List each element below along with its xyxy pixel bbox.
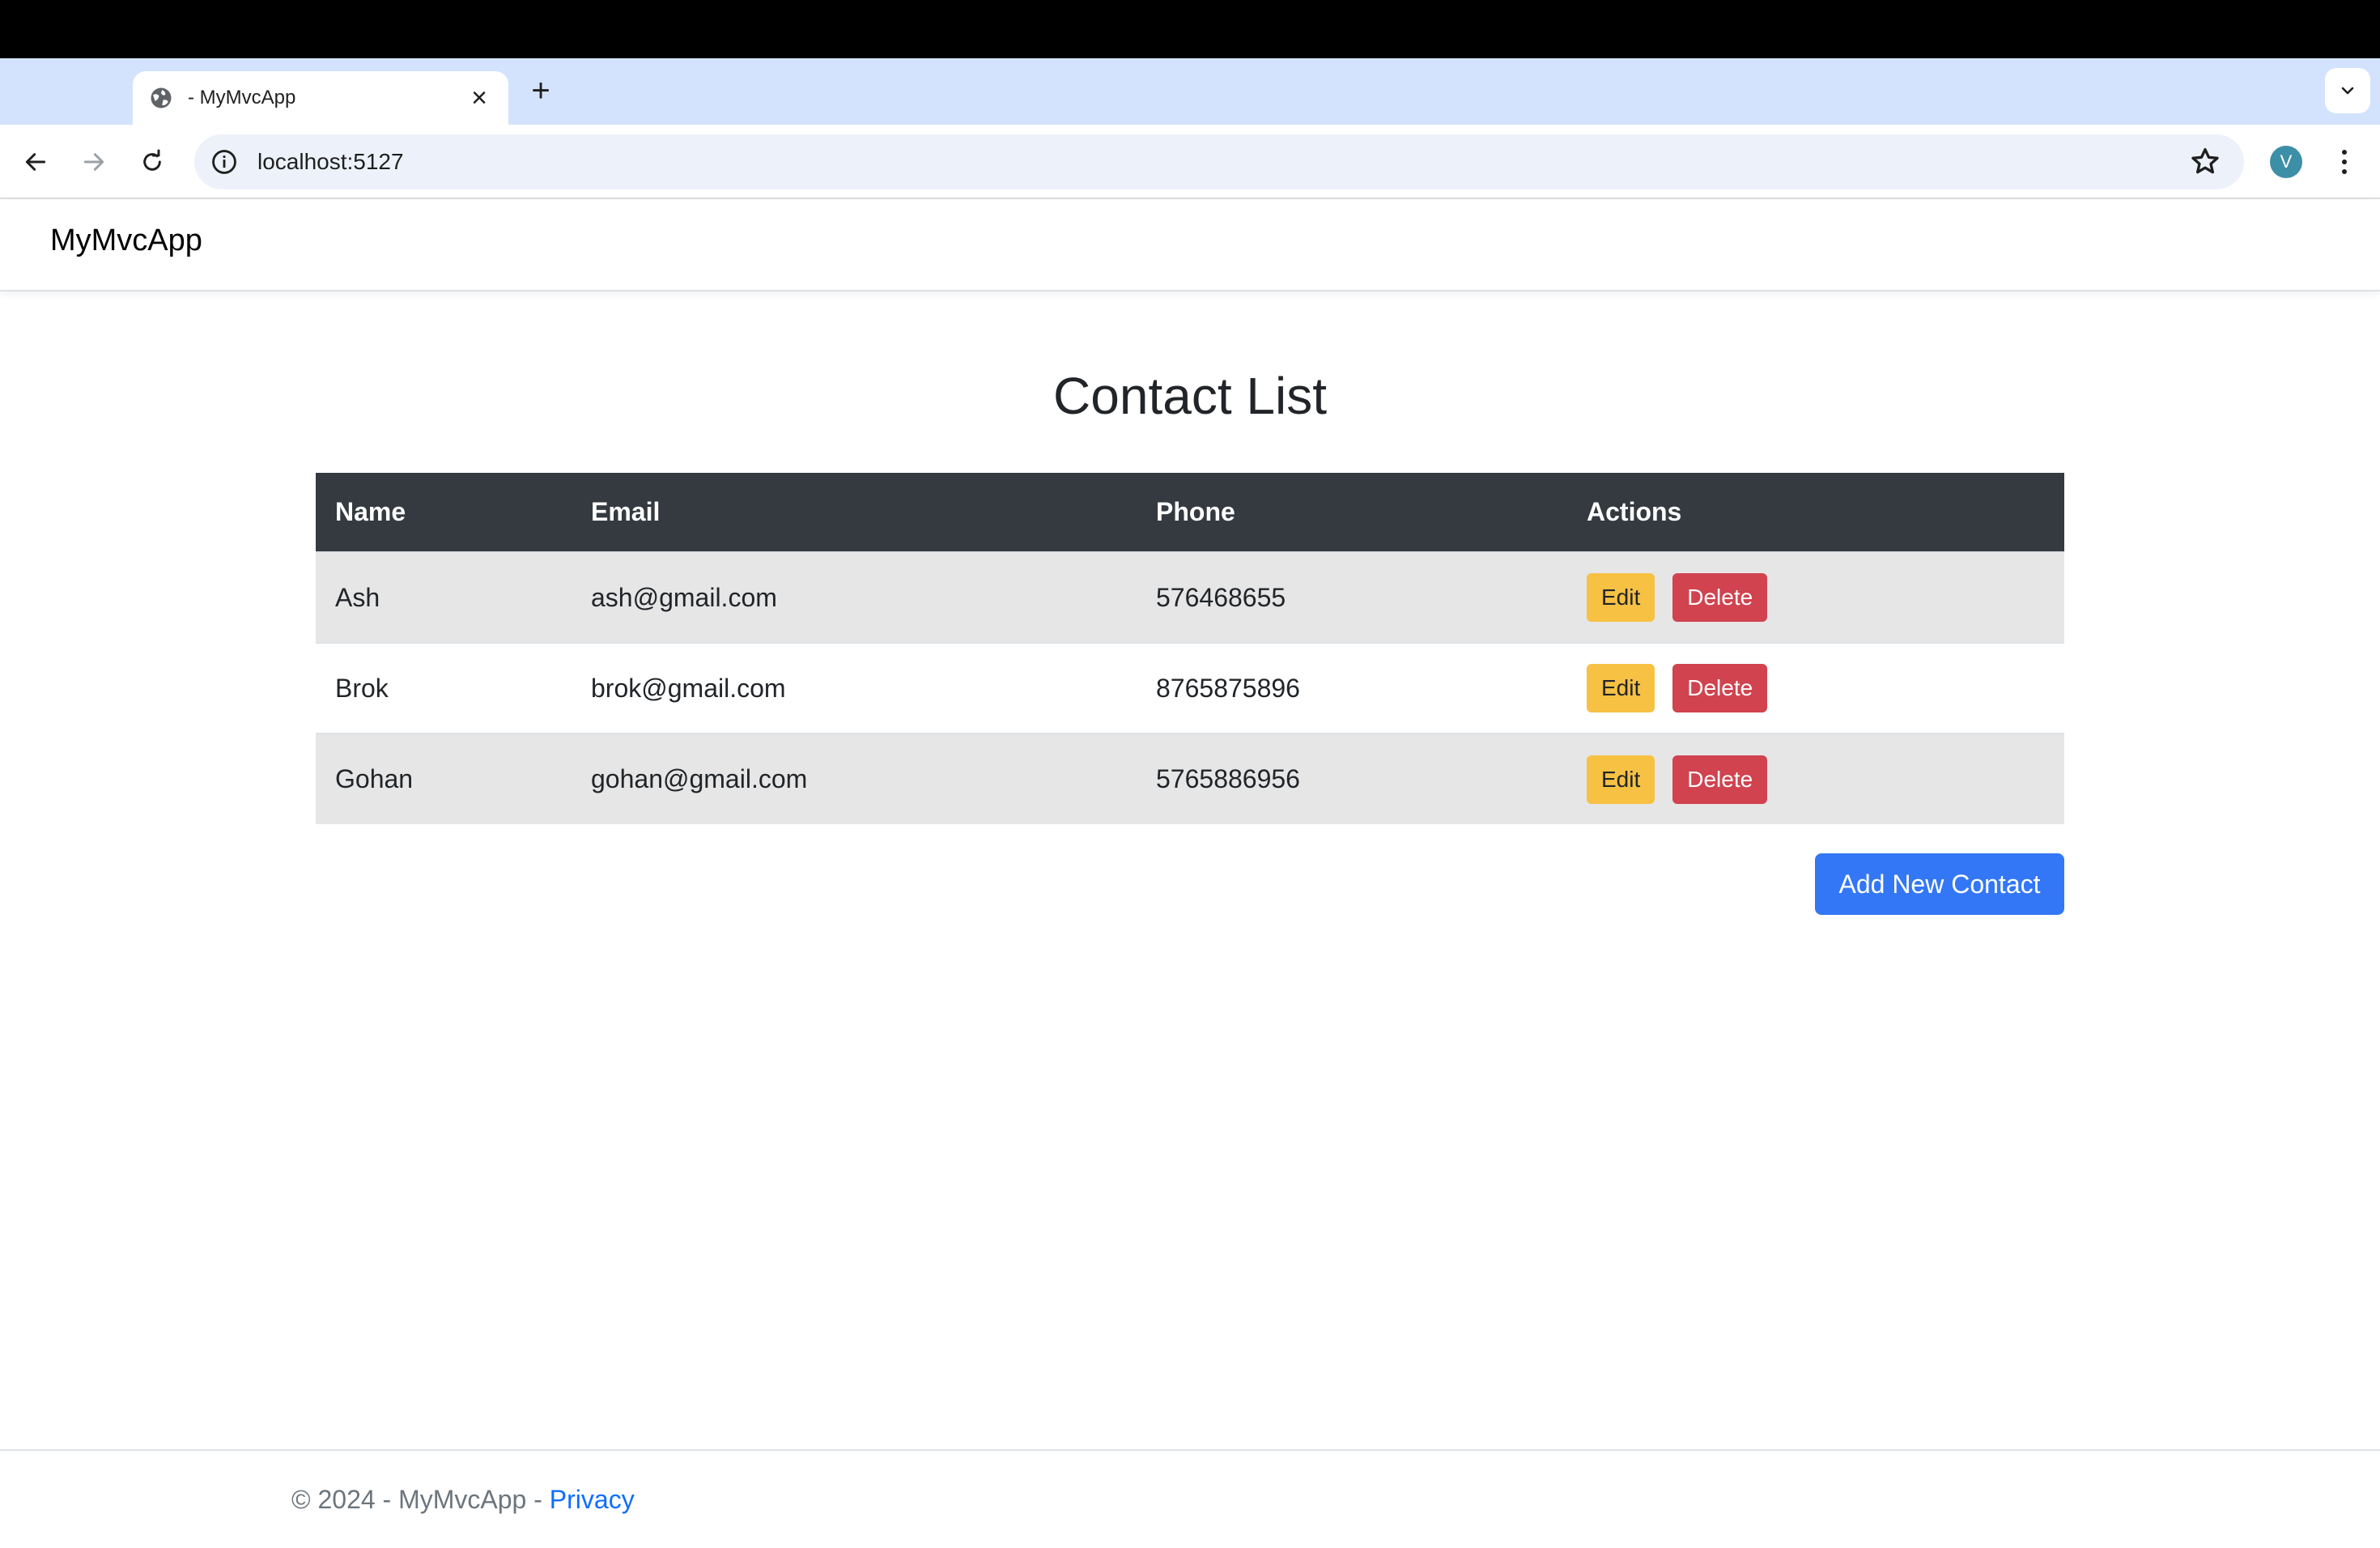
- column-header-actions: Actions: [1567, 473, 2064, 552]
- contacts-table: Name Email Phone Actions Ash ash@gmail.c…: [316, 473, 2064, 824]
- info-icon[interactable]: [210, 148, 238, 176]
- row-actions: Edit Delete: [1567, 733, 2064, 824]
- table-row: Ash ash@gmail.com 576468655 Edit Delete: [316, 551, 2064, 643]
- forward-button[interactable]: [74, 142, 113, 181]
- page-title: Contact List: [1053, 367, 1327, 425]
- delete-button[interactable]: Delete: [1672, 664, 1768, 712]
- edit-button[interactable]: Edit: [1587, 664, 1655, 712]
- browser-menu-button[interactable]: [2328, 142, 2361, 181]
- chevron-down-icon: [2341, 87, 2354, 95]
- arrow-right-icon: [83, 153, 104, 171]
- globe-icon: [151, 87, 172, 108]
- row-actions: Edit Delete: [1567, 551, 2064, 643]
- column-header-name: Name: [316, 473, 572, 552]
- more-vert-icon: [2342, 150, 2347, 174]
- bookmark-star-icon[interactable]: [2189, 146, 2221, 178]
- new-tab-icon[interactable]: +: [525, 71, 557, 110]
- tab-strip: - MyMvcApp ×: [0, 58, 2380, 125]
- close-tab-icon[interactable]: ×: [466, 84, 492, 112]
- edit-button[interactable]: Edit: [1587, 755, 1655, 804]
- profile-avatar[interactable]: V: [2270, 146, 2302, 178]
- footer-text: © 2024 - MyMvcApp - Privacy: [291, 1485, 635, 1515]
- table-row: Brok brok@gmail.com 8765875896 Edit Delet…: [316, 642, 2064, 734]
- system-menu-bar: [0, 0, 2380, 58]
- back-button[interactable]: [16, 142, 55, 181]
- contact-name: Ash: [316, 551, 572, 643]
- contact-phone: 576468655: [1137, 551, 1567, 643]
- reload-button[interactable]: [133, 142, 172, 181]
- column-header-email: Email: [572, 473, 1137, 552]
- add-new-contact-button[interactable]: Add New Contact: [1815, 853, 2064, 915]
- browser-tab[interactable]: - MyMvcApp ×: [133, 71, 508, 125]
- url-text[interactable]: localhost:5127: [257, 149, 2189, 175]
- site-navbar: MyMvcApp: [0, 199, 2380, 291]
- browser-toolbar: localhost:5127 V: [0, 125, 2380, 199]
- brand-link[interactable]: MyMvcApp: [50, 223, 202, 258]
- privacy-link[interactable]: Privacy: [550, 1485, 635, 1514]
- site-footer: © 2024 - MyMvcApp - Privacy: [0, 1449, 2380, 1548]
- contact-email: brok@gmail.com: [572, 642, 1137, 734]
- contact-phone: 5765886956: [1137, 733, 1567, 824]
- tab-search-button[interactable]: [2325, 68, 2370, 113]
- table-row: Gohan gohan@gmail.com 5765886956 Edit Del…: [316, 733, 2064, 824]
- contact-phone: 8765875896: [1137, 642, 1567, 734]
- column-header-phone: Phone: [1137, 473, 1567, 552]
- address-bar[interactable]: localhost:5127: [194, 134, 2244, 189]
- row-actions: Edit Delete: [1567, 642, 2064, 734]
- contact-email: gohan@gmail.com: [572, 733, 1137, 824]
- arrow-left-icon: [25, 153, 46, 171]
- delete-button[interactable]: Delete: [1672, 573, 1768, 622]
- contact-email: ash@gmail.com: [572, 551, 1137, 643]
- delete-button[interactable]: Delete: [1672, 755, 1768, 804]
- reload-icon: [143, 149, 161, 171]
- edit-button[interactable]: Edit: [1587, 573, 1655, 622]
- contact-name: Gohan: [316, 733, 572, 824]
- copyright-text: © 2024 - MyMvcApp -: [291, 1485, 550, 1514]
- table-header-row: Name Email Phone Actions: [316, 473, 2064, 552]
- tab-title: - MyMvcApp: [188, 87, 296, 108]
- contact-name: Brok: [316, 642, 572, 734]
